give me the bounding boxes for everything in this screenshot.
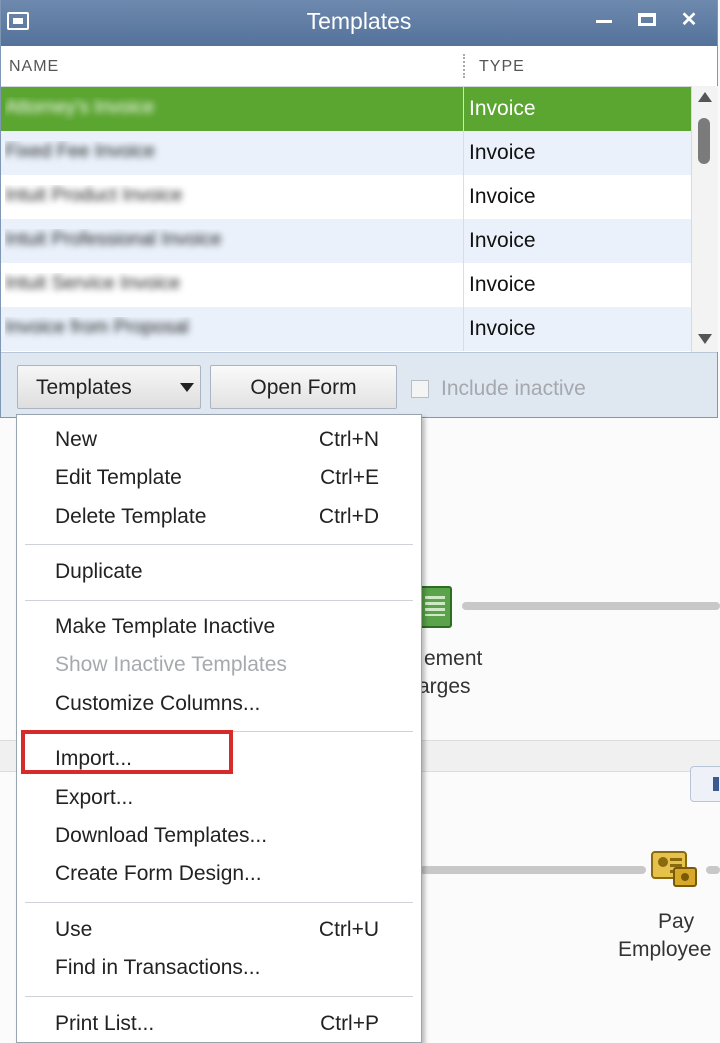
templates-button-label: Templates [36,376,132,399]
menu-item-label: Show Inactive Templates [55,653,287,676]
title-bar[interactable]: Templates ✕ [1,0,717,46]
column-header-name[interactable]: NAME [9,58,59,76]
menu-item-label: Use [55,918,93,941]
menu-item-make-template-inactive[interactable]: Make Template Inactive [17,609,421,645]
pay-employees-icon[interactable] [650,848,698,890]
row-name: Intuit Professional Invoice [5,229,222,250]
menu-separator [25,544,413,545]
menu-item-edit-template[interactable]: Edit Template Ctrl+E [17,460,421,496]
scroll-up-arrow-icon[interactable] [698,92,712,102]
menu-item-label: Export... [55,786,134,809]
menu-item-label: Customize Columns... [55,692,261,715]
menu-item-shortcut: Ctrl+E [320,466,379,489]
panel-toggle-button[interactable] [690,766,720,802]
menu-item-new[interactable]: New Ctrl+N [17,422,421,458]
templates-dropdown-menu: New Ctrl+N Edit Template Ctrl+E Delete T… [16,414,422,1043]
row-name: Intuit Service Invoice [5,273,181,294]
list-header: NAME TYPE [1,46,717,87]
import-highlight-box [21,730,233,774]
menu-item-label: Print List... [55,1012,155,1035]
menu-item-label: Duplicate [55,560,143,583]
menu-item-create-form-design[interactable]: Create Form Design... [17,856,421,892]
row-name: Invoice from Proposal [5,317,189,338]
column-header-type[interactable]: TYPE [479,58,525,76]
menu-item-show-inactive-templates: Show Inactive Templates [17,647,421,683]
menu-item-print-list[interactable]: Print List... Ctrl+P [17,1006,421,1042]
menu-separator [25,902,413,903]
menu-item-label: Create Form Design... [55,862,262,885]
workflow-line [706,866,720,874]
menu-item-shortcut: Ctrl+N [318,428,379,451]
row-type: Invoice [469,273,536,296]
row-name: Attorney's Invoice [5,97,155,118]
include-inactive-checkbox[interactable] [411,380,429,398]
column-divider [463,219,464,263]
workflow-label[interactable]: arges [418,673,471,701]
menu-item-export[interactable]: Export... [17,780,421,816]
menu-item-shortcut: Ctrl+D [318,505,379,528]
list-row[interactable]: Invoice from Proposal Invoice [1,307,691,351]
row-type: Invoice [469,141,536,164]
document-icon[interactable] [418,586,452,628]
list-row[interactable]: Attorney's Invoice Invoice [1,87,691,131]
row-type: Invoice [469,185,536,208]
menu-item-delete-template[interactable]: Delete Template Ctrl+D [17,499,421,535]
pay-employees-label[interactable]: Pay [658,908,694,936]
list-row[interactable]: Intuit Product Invoice Invoice [1,175,691,219]
scroll-down-arrow-icon[interactable] [698,334,712,344]
list-row[interactable]: Intuit Service Invoice Invoice [1,263,691,307]
templates-window: Templates ✕ NAME TYPE Attorney's Invoice… [0,0,718,418]
vertical-scrollbar[interactable] [691,86,718,352]
menu-separator [25,996,413,997]
row-type: Invoice [469,97,536,120]
row-name: Intuit Product Invoice [5,185,183,206]
workflow-line [420,866,646,874]
templates-menu-button[interactable]: Templates [17,365,201,409]
menu-item-label: Delete Template [55,505,207,528]
include-inactive-label[interactable]: Include inactive [441,377,586,401]
maximize-icon[interactable] [637,10,661,30]
scrollbar-thumb[interactable] [698,118,710,164]
pay-employees-label[interactable]: Employee [618,936,711,964]
menu-item-find-in-transactions[interactable]: Find in Transactions... [17,950,421,986]
list-row[interactable]: Intuit Professional Invoice Invoice [1,219,691,263]
menu-item-label: Make Template Inactive [55,615,276,638]
workflow-label[interactable]: ement [424,645,482,673]
menu-item-shortcut: Ctrl+U [318,918,379,941]
column-divider [463,263,464,307]
dropdown-arrow-icon[interactable] [180,383,194,392]
column-divider[interactable] [463,54,465,78]
menu-item-download-templates[interactable]: Download Templates... [17,818,421,854]
menu-item-label: New [55,428,98,451]
column-divider [463,307,464,351]
close-icon[interactable]: ✕ [677,10,701,30]
menu-separator [25,600,413,601]
column-divider [463,87,464,131]
list-row[interactable]: Fixed Fee Invoice Invoice [1,131,691,175]
menu-item-shortcut: Ctrl+P [320,1012,379,1035]
open-form-label: Open Form [250,376,357,399]
column-divider [463,175,464,219]
row-type: Invoice [469,317,536,340]
menu-item-label: Download Templates... [55,824,268,847]
menu-item-use[interactable]: Use Ctrl+U [17,912,421,948]
menu-item-customize-columns[interactable]: Customize Columns... [17,686,421,722]
menu-item-label: Find in Transactions... [55,956,261,979]
column-divider [463,131,464,175]
templates-list[interactable]: NAME TYPE Attorney's Invoice Invoice Fix… [1,46,718,353]
minimize-icon[interactable] [593,10,617,30]
workflow-line [462,602,720,610]
open-form-button[interactable]: Open Form [210,365,397,409]
row-type: Invoice [469,229,536,252]
menu-item-label: Edit Template [55,466,182,489]
row-name: Fixed Fee Invoice [5,141,155,162]
menu-item-duplicate[interactable]: Duplicate [17,554,421,590]
